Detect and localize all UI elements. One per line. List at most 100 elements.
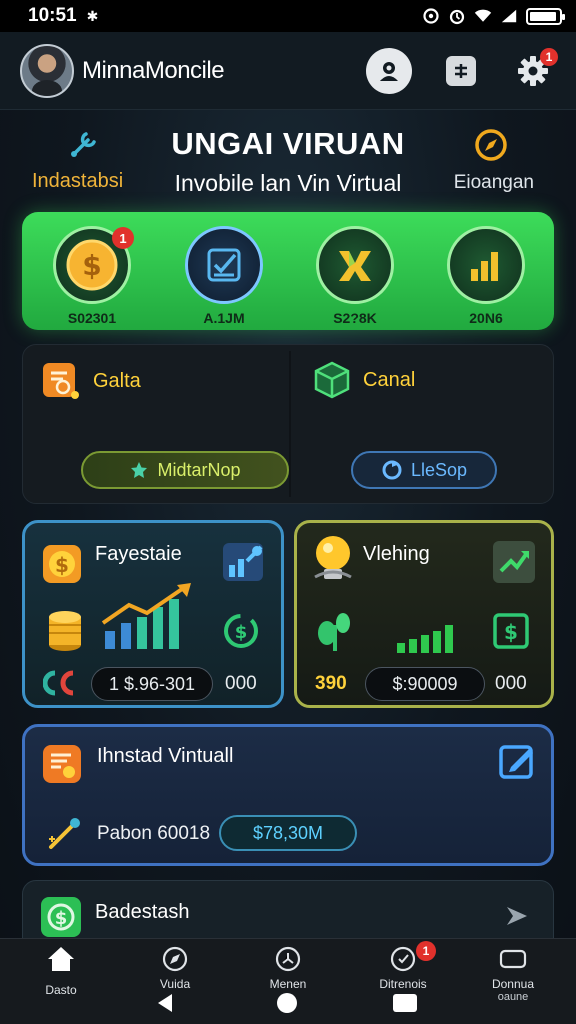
wide-label: Pabon 60018 xyxy=(97,823,211,844)
nav-item-vuida[interactable]: Vuida xyxy=(130,945,220,991)
card-icon xyxy=(468,945,558,973)
back-icon[interactable] xyxy=(154,992,176,1014)
llesop-button[interactable]: LleSop xyxy=(351,451,497,489)
growth-chart-icon xyxy=(101,583,191,649)
hero-right-label[interactable]: Eioangan xyxy=(454,172,534,194)
wide-amount: $78,30M xyxy=(219,815,357,851)
k-logo-icon xyxy=(339,251,371,281)
dollar-box-icon: $ xyxy=(493,613,529,649)
avatar[interactable] xyxy=(20,43,74,98)
stat-item[interactable]: S2?8K xyxy=(315,226,395,326)
vlehing-amount: $:90009 xyxy=(365,667,485,701)
llesop-label: LleSop xyxy=(410,459,468,480)
vlehing-card[interactable]: Vlehing $ 390 $:90009 000 xyxy=(294,520,554,708)
fayestaie-count: 000 xyxy=(225,673,257,694)
cube-icon xyxy=(314,361,350,399)
galta-header: Galta xyxy=(39,359,141,403)
document-icon xyxy=(43,363,79,399)
signal-icon xyxy=(500,7,518,25)
nav-label: Vuida xyxy=(159,977,191,991)
recents-icon[interactable] xyxy=(392,993,418,1013)
quick-actions-panel: Galta MidtarNop Canal LleSop xyxy=(22,344,554,504)
vlehing-title: Vlehing xyxy=(363,543,430,565)
canal-title: Canal xyxy=(363,368,416,391)
svg-text:$: $ xyxy=(55,908,68,929)
system-nav xyxy=(0,990,576,1020)
bars-icon xyxy=(397,625,453,653)
svg-text:$: $ xyxy=(55,553,69,577)
fayestaie-amount: 1 $.96-301 xyxy=(91,667,213,701)
stat-circle xyxy=(447,226,525,304)
app-header: MinnaMoncile 1 xyxy=(0,32,576,110)
lightbulb-icon xyxy=(314,536,352,579)
profile-button[interactable] xyxy=(366,47,412,94)
compass-icon[interactable] xyxy=(474,128,508,167)
status-bar: 10:51 ✱ xyxy=(0,0,576,32)
fayestaie-title: Fayestaie xyxy=(95,543,182,565)
coin-stack-icon xyxy=(49,611,81,651)
galta-title: Galta xyxy=(93,369,141,392)
svg-text:$: $ xyxy=(82,249,101,282)
svg-text:$: $ xyxy=(235,622,248,643)
calculator-button[interactable] xyxy=(438,48,484,94)
nav-label: Menen xyxy=(269,977,307,991)
instad-virtual-card[interactable]: Ihnstad Vintuall Pabon 60018 $78,30M xyxy=(22,724,554,866)
stat-circle xyxy=(316,226,394,304)
notes-icon xyxy=(43,745,81,783)
nav-item-ditrenois[interactable]: 1 Ditrenois xyxy=(358,941,448,991)
stat-item[interactable]: 20N6 xyxy=(446,226,526,326)
cash-icon: $ xyxy=(41,897,81,937)
nav-badge: 1 xyxy=(416,941,436,961)
edit-icon[interactable] xyxy=(497,741,539,783)
nav-label: Donnua xyxy=(491,977,535,991)
plus-square-icon xyxy=(446,55,476,86)
battery-icon xyxy=(526,7,565,25)
stat-badge: 1 xyxy=(112,227,134,249)
sync-icon xyxy=(422,7,440,25)
refresh-icon xyxy=(382,460,402,480)
midtarnop-button[interactable]: MidtarNop xyxy=(81,451,289,489)
status-icons xyxy=(422,7,565,25)
bar-chart-icon xyxy=(471,252,498,281)
status-time: 10:51 xyxy=(28,5,77,26)
checklist-icon xyxy=(207,248,241,282)
fayestaie-card[interactable]: $ Fayestaie $ 1 $.96-301 000 xyxy=(22,520,284,708)
arrow-right-icon[interactable] xyxy=(501,901,531,931)
svg-text:$: $ xyxy=(504,620,518,644)
compass-nav-icon xyxy=(130,945,220,973)
timer-icon: 1 xyxy=(358,941,448,973)
user-icon xyxy=(380,61,398,81)
badestash-title: Badestash xyxy=(95,901,190,923)
stat-item[interactable]: A.1JM xyxy=(184,226,264,326)
stat-item[interactable]: $ 1 S02301 xyxy=(52,226,134,326)
app-name: MinnaMoncile xyxy=(82,56,225,84)
clock-icon xyxy=(243,945,333,973)
dollar-coin-icon: $ xyxy=(66,239,118,291)
stat-value: 20N6 xyxy=(469,310,503,326)
hero-section: UNGAI VIRUAN Indastabsi Invobile lan Vin… xyxy=(0,118,576,208)
plant-icon xyxy=(318,613,350,651)
dollar-refresh-icon: $ xyxy=(224,614,258,648)
vlehing-prefix: 390 xyxy=(315,673,347,694)
settings-badge: 1 xyxy=(540,47,558,66)
stats-panel: $ 1 S02301 A.1JM S2?8K 20N6 xyxy=(22,212,554,330)
toggle-icon xyxy=(43,670,74,696)
settings-button[interactable]: 1 xyxy=(510,47,558,94)
nav-label: Ditrenois xyxy=(379,977,427,991)
home-icon xyxy=(16,945,106,973)
nav-item-menen[interactable]: Menen xyxy=(243,945,333,991)
canal-header: Canal xyxy=(311,359,415,401)
divider xyxy=(289,351,291,497)
midtarnop-label: MidtarNop xyxy=(157,459,241,480)
trend-up-icon[interactable] xyxy=(491,539,537,585)
wide-title: Ihnstad Vintuall xyxy=(97,745,234,767)
stat-value: A.1JM xyxy=(203,310,245,326)
analytics-icon[interactable] xyxy=(221,539,267,585)
home-circle-icon[interactable] xyxy=(276,992,298,1014)
vlehing-count: 000 xyxy=(495,673,527,694)
wifi-icon xyxy=(474,7,492,25)
stat-circle: $ 1 xyxy=(53,226,134,304)
star-icon xyxy=(131,462,148,478)
header-actions: 1 xyxy=(366,47,558,94)
stat-circle xyxy=(185,226,263,304)
